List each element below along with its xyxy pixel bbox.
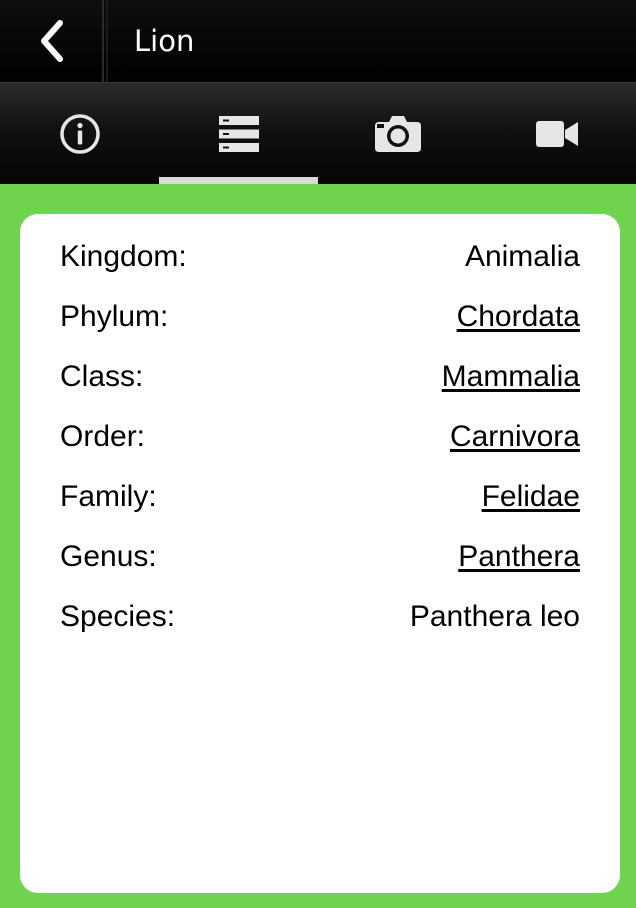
title-bar: Lion: [0, 0, 636, 82]
order-link[interactable]: Carnivora: [450, 420, 580, 454]
genus-link[interactable]: Panthera: [458, 540, 580, 574]
row-value: Animalia: [464, 240, 580, 273]
info-icon: [59, 113, 100, 154]
divider: [106, 0, 108, 82]
row-label: Order:: [60, 420, 146, 453]
divider: [102, 0, 104, 82]
tab-bar: [0, 82, 636, 184]
row-label: Family:: [60, 480, 157, 513]
taxonomy-row-phylum: Phylum: Chordata: [60, 297, 580, 337]
taxonomy-card: Kingdom: Animalia Phylum: Chordata Class…: [20, 214, 620, 893]
active-tab-indicator: [159, 177, 318, 184]
camera-icon: [374, 115, 421, 152]
page-title: Lion: [134, 24, 195, 58]
row-value: Panthera leo: [409, 600, 580, 633]
family-link[interactable]: Felidae: [482, 480, 580, 514]
list-icon: [218, 115, 259, 152]
taxonomy-row-order: Order: Carnivora: [60, 417, 580, 457]
taxonomy-row-class: Class: Mammalia: [60, 357, 580, 397]
taxonomy-row-kingdom: Kingdom: Animalia: [60, 237, 580, 277]
row-label: Class:: [60, 360, 144, 393]
row-label: Kingdom:: [60, 240, 187, 273]
class-link[interactable]: Mammalia: [442, 360, 580, 394]
taxonomy-row-genus: Genus: Panthera: [60, 537, 580, 577]
video-icon: [535, 120, 578, 147]
row-label: Species:: [60, 600, 176, 633]
tab-photos[interactable]: [318, 83, 477, 184]
row-label: Genus:: [60, 540, 157, 573]
tab-details[interactable]: [159, 83, 318, 184]
tab-videos[interactable]: [477, 83, 636, 184]
back-button[interactable]: [0, 0, 102, 82]
app-window: Lion Kingdom: Animalia Phylum: Chordata …: [0, 0, 636, 908]
row-label: Phylum:: [60, 300, 169, 333]
phylum-link[interactable]: Chordata: [457, 300, 580, 334]
tab-info[interactable]: [0, 83, 159, 184]
taxonomy-row-family: Family: Felidae: [60, 477, 580, 517]
taxonomy-row-species: Species: Panthera leo: [60, 597, 580, 637]
chevron-left-icon: [41, 20, 63, 62]
